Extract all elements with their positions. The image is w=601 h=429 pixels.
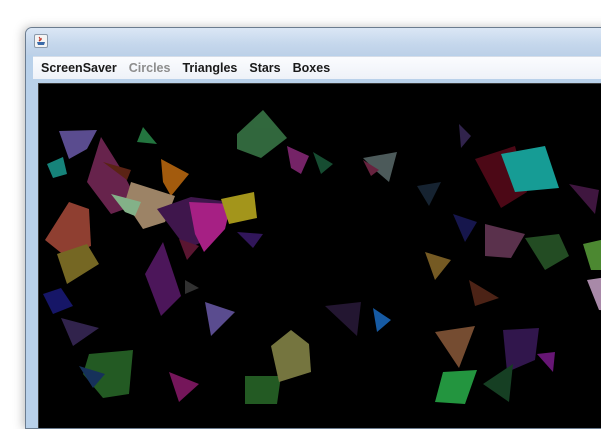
shape (145, 242, 181, 316)
menu-stars[interactable]: Stars (243, 58, 286, 78)
shape (47, 157, 67, 178)
shape (425, 252, 451, 280)
shape (587, 277, 601, 311)
shape (205, 302, 235, 336)
shape (469, 280, 499, 306)
shape (185, 280, 199, 294)
java-app-icon[interactable] (34, 34, 48, 48)
shape (485, 224, 525, 258)
shape (245, 376, 281, 404)
shape (417, 182, 441, 206)
shape (237, 110, 287, 158)
menu-screensaver[interactable]: ScreenSaver (35, 58, 123, 78)
shape (583, 239, 601, 270)
menu-triangles[interactable]: Triangles (176, 58, 243, 78)
menu-circles: Circles (128, 61, 171, 75)
menu-boxes[interactable]: Boxes (287, 58, 337, 78)
shape (137, 127, 157, 144)
app-window: ScreenSaver Circles Triangles Stars Boxe… (25, 27, 601, 429)
shape (313, 152, 333, 174)
shape (459, 124, 471, 148)
shape (503, 328, 539, 372)
shape (169, 372, 199, 402)
shape (525, 234, 569, 270)
shape (537, 352, 555, 372)
screensaver-canvas[interactable] (38, 83, 601, 428)
shape (161, 159, 189, 196)
shape (271, 330, 311, 382)
shape (61, 318, 99, 346)
shape (287, 146, 309, 174)
shape (237, 232, 263, 248)
menu-bar: ScreenSaver Circles Triangles Stars Boxe… (33, 56, 601, 79)
shape (483, 364, 513, 402)
shapes-layer (43, 110, 601, 404)
shape (43, 288, 73, 314)
title-bar[interactable] (26, 28, 601, 55)
shape (373, 308, 391, 332)
shape (435, 370, 477, 404)
shape (59, 130, 97, 159)
shape (435, 326, 475, 368)
shape (569, 184, 599, 214)
shape (453, 214, 477, 242)
shape (325, 302, 361, 336)
